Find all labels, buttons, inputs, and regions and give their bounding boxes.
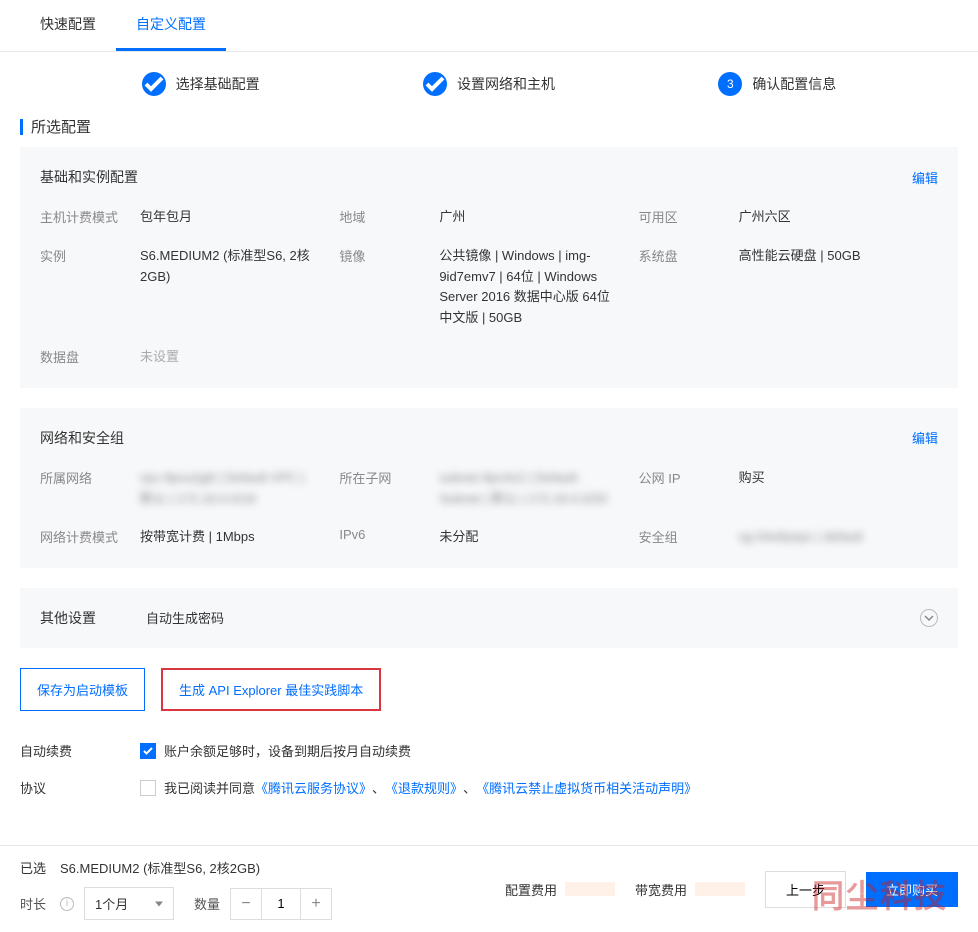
region-label: 地域 [339,207,439,228]
step-2-label: 设置网络和主机 [457,74,555,94]
check-icon [142,72,166,96]
ipv6-value: 未分配 [439,527,638,548]
auto-renew-text: 账户余额足够时，设备到期后按月自动续费 [164,741,411,760]
network-card: 网络和安全组 编辑 所属网络vpc-8pvu2g8 | Default-VPC … [20,408,958,568]
billing-value: 包年包月 [140,207,339,228]
duration-select[interactable]: 1个月 [84,887,174,920]
basic-card-title: 基础和实例配置 [40,167,138,187]
net-value: vpc-8pvu2g8 | Default-VPC | 默认 | 172.16.… [140,468,339,510]
ipv6-label: IPv6 [339,527,439,548]
check-icon [423,72,447,96]
other-settings-card: 其他设置 自动生成密码 [20,588,958,648]
selected-value: S6.MEDIUM2 (标准型S6, 2核2GB) [60,858,260,877]
sg-label: 安全组 [639,527,739,548]
agreement-checkbox[interactable] [140,780,156,796]
step-1: 选择基础配置 [142,72,260,96]
zone-value: 广州六区 [739,207,938,228]
footer-bar: 已选 S6.MEDIUM2 (标准型S6, 2核2GB) 时长 i 1个月 数量… [0,845,978,932]
image-value: 公共镜像 | Windows | img-9id7emv7 | 64位 | Wi… [439,246,638,329]
qty-minus-button[interactable]: − [231,889,261,919]
agreement-label: 协议 [20,778,140,797]
step-3-label: 确认配置信息 [752,74,836,94]
selected-label: 已选 [20,858,46,877]
auto-renew-checkbox[interactable] [140,743,156,759]
network-edit-link[interactable]: 编辑 [912,428,938,447]
auto-renew-label: 自动续费 [20,741,140,760]
other-summary: 自动生成密码 [146,608,224,628]
tab-quick-config[interactable]: 快速配置 [20,0,116,51]
eip-label: 公网 IP [639,468,739,510]
agreement-link-service[interactable]: 《腾讯云服务协议》 [255,778,372,797]
sg-value: sg-04o8yepc | default [739,527,938,548]
agreement-sep2: 、 [463,778,476,797]
qty-plus-button[interactable]: + [301,889,331,919]
subnet-label: 所在子网 [339,468,439,510]
zone-label: 可用区 [639,207,739,228]
sysdisk-label: 系统盘 [639,246,739,329]
datadisk-value: 未设置 [140,347,339,368]
section-title: 所选配置 [0,116,978,147]
step-3: 3 确认配置信息 [718,72,836,96]
config-cost-value [565,882,615,896]
info-icon[interactable]: i [60,897,74,911]
basic-edit-link[interactable]: 编辑 [912,168,938,187]
generate-api-script-button[interactable]: 生成 API Explorer 最佳实践脚本 [161,668,381,711]
progress-steps: 选择基础配置 设置网络和主机 3 确认配置信息 [0,52,978,116]
qty-input[interactable] [261,889,301,919]
bw-cost-label: 带宽费用 [635,880,687,899]
tab-custom-config[interactable]: 自定义配置 [116,0,226,51]
step-number-icon: 3 [718,72,742,96]
instance-label: 实例 [40,246,140,329]
config-cost-label: 配置费用 [505,880,557,899]
netbill-label: 网络计费模式 [40,527,140,548]
image-label: 镜像 [339,246,439,329]
instance-value: S6.MEDIUM2 (标准型S6, 2核2GB) [140,246,339,329]
network-card-title: 网络和安全组 [40,428,124,448]
step-2: 设置网络和主机 [423,72,555,96]
net-label: 所属网络 [40,468,140,510]
chevron-down-icon[interactable] [920,609,938,627]
sysdisk-value: 高性能云硬盘 | 50GB [739,246,938,329]
agreement-sep1: 、 [372,778,385,797]
bw-cost-value [695,882,745,896]
step-1-label: 选择基础配置 [176,74,260,94]
netbill-value: 按带宽计费 | 1Mbps [140,527,339,548]
datadisk-label: 数据盘 [40,347,140,368]
agreement-link-refund[interactable]: 《退款规则》 [385,778,463,797]
buy-now-button[interactable]: 立即购买 [866,872,958,907]
eip-value: 购买 [739,468,938,510]
subnet-value: subnet-9pv3v2 | Default-Subnet | 默认 | 17… [439,468,638,510]
billing-label: 主机计费模式 [40,207,140,228]
basic-config-card: 基础和实例配置 编辑 主机计费模式包年包月 地域广州 可用区广州六区 实例S6.… [20,147,958,388]
agreement-prefix: 我已阅读并同意 [164,778,255,797]
agreement-link-crypto[interactable]: 《腾讯云禁止虚拟货币相关活动声明》 [476,778,697,797]
qty-label: 数量 [194,894,220,913]
region-value: 广州 [439,207,638,228]
prev-button[interactable]: 上一步 [765,871,846,908]
save-template-button[interactable]: 保存为启动模板 [20,668,145,711]
duration-label: 时长 [20,894,46,913]
other-card-title: 其他设置 [40,608,96,628]
